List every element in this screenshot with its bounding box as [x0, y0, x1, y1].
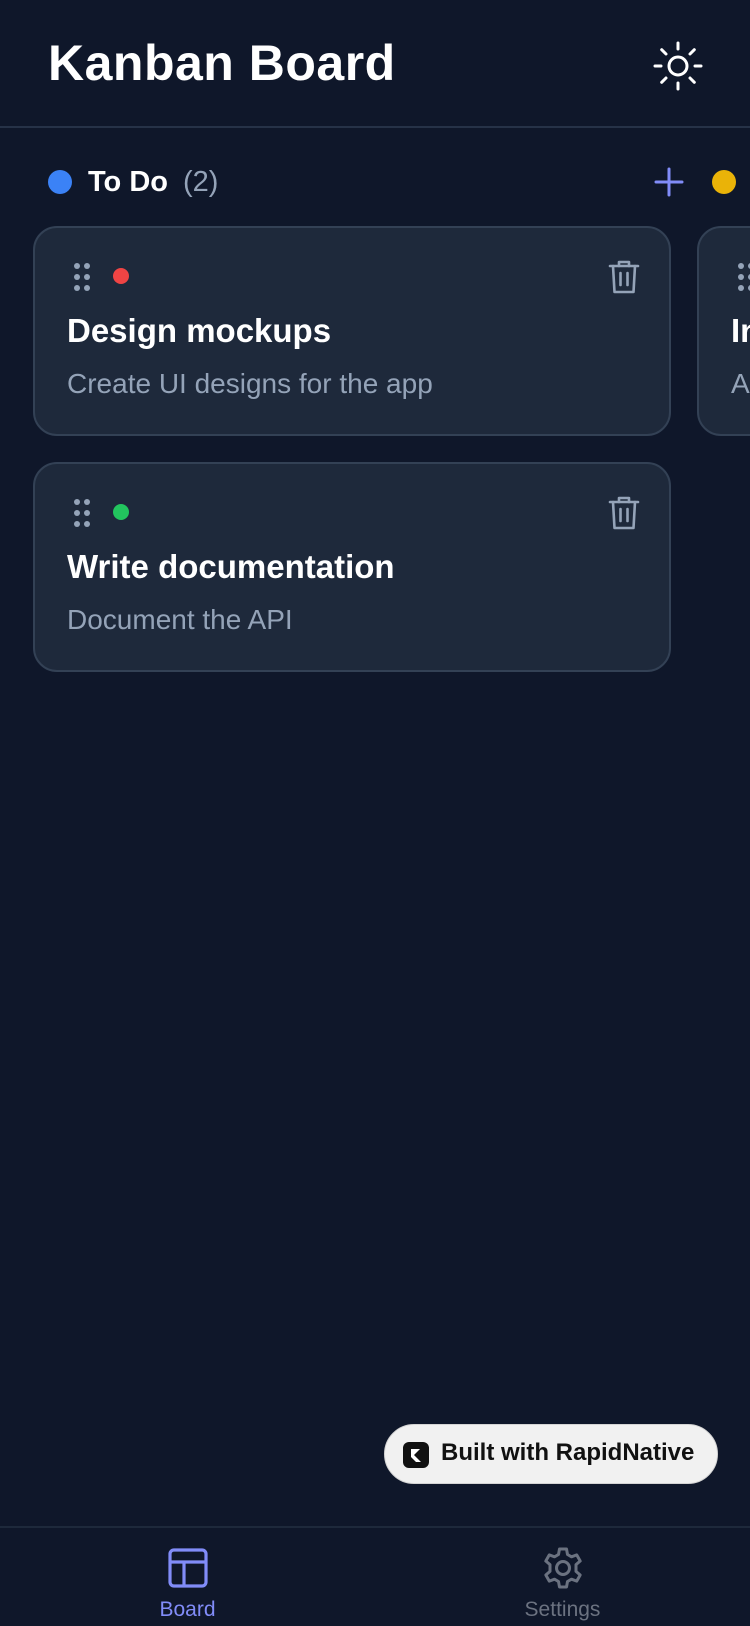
column-title: To Do: [88, 166, 168, 198]
badge-label: Built with RapidNative: [441, 1439, 695, 1466]
card-description: Document the API: [67, 604, 293, 635]
tab-label: Board: [159, 1598, 216, 1621]
rapidnative-logo-icon: [403, 1442, 429, 1468]
theme-toggle-button[interactable]: [652, 40, 704, 92]
column-status-dot: [712, 170, 736, 194]
column-todo: To Do (2) Design mockups Create UI desig…: [33, 128, 684, 1526]
drag-handle-icon[interactable]: [737, 262, 750, 292]
task-card[interactable]: Write documentation Document the API: [33, 462, 671, 672]
kanban-board[interactable]: To Do (2) Design mockups Create UI desig…: [0, 128, 750, 1526]
task-card[interactable]: Design mockups Create UI designs for the…: [33, 226, 671, 436]
sun-icon: [653, 41, 703, 91]
add-card-button[interactable]: [651, 164, 687, 200]
delete-card-button[interactable]: [607, 258, 641, 296]
card-title: In: [731, 312, 750, 349]
trash-icon: [608, 496, 640, 530]
task-card[interactable]: In A: [697, 226, 750, 436]
delete-card-button[interactable]: [607, 494, 641, 532]
tab-label: Settings: [524, 1598, 601, 1621]
card-description: Create UI designs for the app: [67, 368, 433, 399]
drag-handle-icon[interactable]: [73, 262, 91, 292]
board-icon: [168, 1548, 208, 1588]
column-status-dot: [48, 170, 72, 194]
gear-icon: [544, 1547, 582, 1589]
column-header: To Do (2): [33, 128, 684, 228]
trash-icon: [608, 260, 640, 294]
plus-icon: [654, 167, 684, 197]
card-title: Write documentation: [67, 548, 395, 585]
app-header: Kanban Board: [0, 0, 750, 128]
column-in-progress: In A: [697, 128, 750, 1526]
card-title: Design mockups: [67, 312, 332, 349]
priority-dot: [113, 504, 129, 520]
drag-handle-icon[interactable]: [73, 498, 91, 528]
priority-dot: [113, 268, 129, 284]
page-title: Kanban Board: [48, 35, 396, 91]
card-description: A: [731, 368, 750, 399]
bottom-tab-bar: Board Settings: [0, 1526, 750, 1624]
tab-settings[interactable]: Settings: [375, 1528, 750, 1626]
tab-board[interactable]: Board: [0, 1528, 375, 1626]
built-with-badge[interactable]: Built with RapidNative: [384, 1424, 718, 1484]
column-count: (2): [183, 166, 219, 198]
